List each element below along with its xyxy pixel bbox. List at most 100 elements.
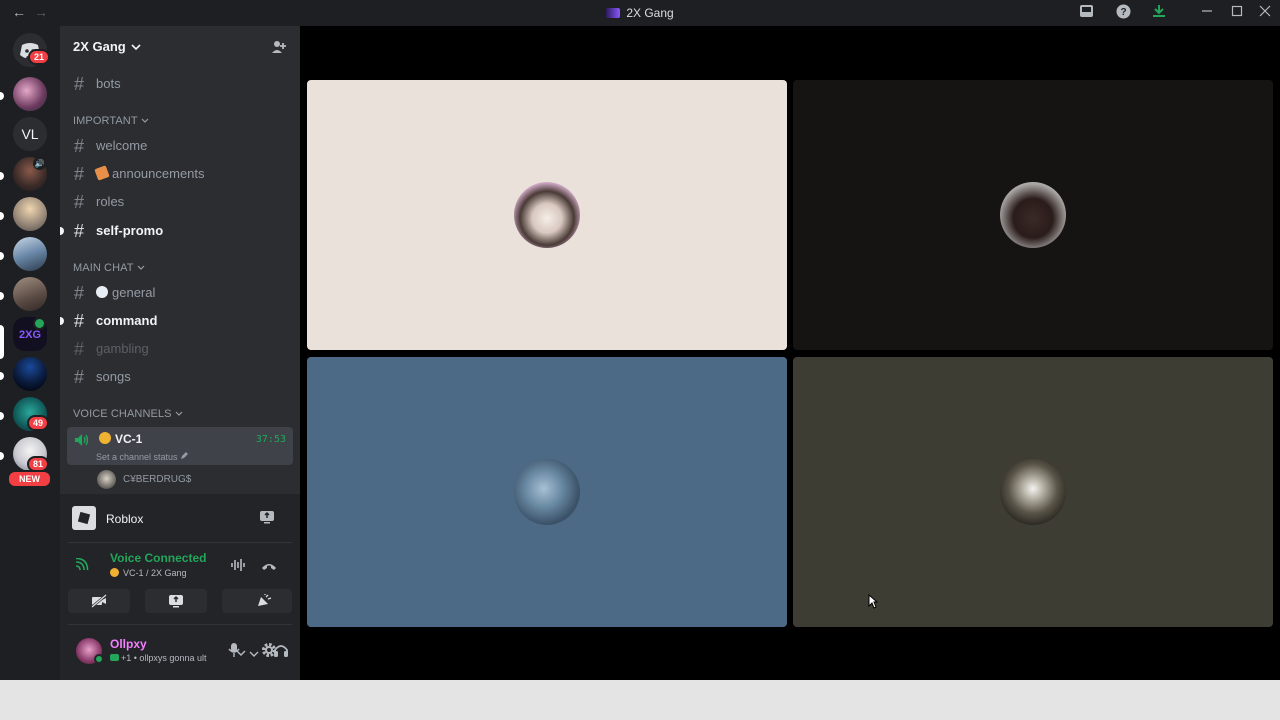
channel-gambling[interactable]: # gambling	[67, 337, 293, 361]
channel-label: welcome	[96, 138, 148, 153]
camera-off-icon	[91, 594, 107, 608]
selected-indicator	[0, 325, 4, 359]
voice-connected-label[interactable]: Voice Connected	[110, 551, 206, 565]
channel-command[interactable]: # command	[60, 309, 293, 333]
channel-bots[interactable]: # bots	[67, 72, 293, 96]
speaker-icon: 🔊	[33, 157, 46, 170]
voice-member[interactable]: C¥BERDRUG$	[97, 470, 287, 490]
stream-game-icon[interactable]	[259, 510, 275, 529]
participant-tile[interactable]	[307, 80, 787, 350]
channel-announcements[interactable]: # announcements	[67, 162, 293, 186]
server-header[interactable]: 2X Gang	[60, 26, 300, 68]
hash-icon: #	[74, 339, 85, 359]
chevron-down-icon	[137, 265, 144, 270]
voice-stage	[300, 26, 1280, 680]
unread-indicator	[60, 227, 64, 235]
soundboard-icon	[258, 594, 272, 606]
channel-welcome[interactable]: # welcome	[67, 134, 293, 158]
server-icon-text[interactable]: VL	[13, 117, 47, 151]
channel-label: roles	[96, 194, 125, 209]
server-unread-badge: 49	[27, 415, 50, 431]
server-icon[interactable]	[13, 237, 47, 271]
voice-location[interactable]: VC-1 / 2X Gang	[110, 568, 187, 578]
server-icon[interactable]	[13, 197, 47, 231]
hash-icon: #	[74, 192, 85, 212]
category-voice-channels[interactable]: VOICE CHANNELS	[73, 408, 183, 420]
mouse-cursor-icon	[868, 593, 879, 614]
unread-indicator	[0, 412, 4, 420]
maximize-icon[interactable]	[1228, 4, 1246, 22]
chevron-down-icon	[175, 411, 183, 416]
participant-tile[interactable]	[307, 357, 787, 627]
unread-indicator	[0, 92, 4, 100]
help-icon[interactable]: ?	[1114, 4, 1132, 22]
pencil-icon	[181, 452, 189, 459]
channel-general[interactable]: # general	[67, 281, 293, 305]
chevron-down-icon	[131, 44, 141, 51]
inbox-icon[interactable]	[1077, 4, 1095, 22]
unread-indicator	[0, 212, 4, 220]
channel-label: bots	[96, 76, 121, 91]
participant-tile[interactable]	[793, 80, 1273, 350]
activity-game-name: Roblox	[106, 512, 144, 526]
server-icon[interactable]	[13, 357, 47, 391]
soundboard-button[interactable]	[236, 589, 292, 613]
user-status: +1 • ollpxys gonna ult	[110, 653, 206, 663]
channel-label: gambling	[96, 341, 149, 356]
invite-people-icon[interactable]	[271, 39, 287, 60]
title-bar: ← → 2X Gang ?	[0, 0, 1280, 26]
unread-indicator	[0, 452, 4, 460]
channel-roles[interactable]: # roles	[67, 190, 293, 214]
divider	[68, 542, 292, 543]
screen-share-icon	[169, 595, 183, 608]
chevron-down-icon[interactable]	[236, 644, 246, 662]
new-servers-pill[interactable]: NEW	[7, 470, 52, 488]
hash-icon: #	[74, 74, 85, 94]
settings-gear-icon[interactable]	[260, 641, 278, 664]
roblox-icon	[72, 506, 96, 530]
server-icon[interactable]	[13, 77, 47, 111]
toggle-camera-button[interactable]	[68, 589, 130, 613]
loudspeaker-emoji-icon	[94, 165, 110, 181]
channel-status-hint[interactable]: Set a channel status	[96, 451, 189, 462]
unread-indicator	[0, 172, 4, 180]
disconnect-icon[interactable]	[260, 559, 278, 577]
online-status-icon	[94, 654, 104, 664]
unread-indicator	[0, 292, 4, 300]
speech-bubble-emoji-icon	[96, 286, 108, 298]
avatar	[1000, 459, 1066, 525]
avatar	[1000, 182, 1066, 248]
share-screen-button[interactable]	[145, 589, 207, 613]
speaker-icon	[74, 433, 90, 452]
hash-icon: #	[74, 367, 85, 387]
voice-member-name: C¥BERDRUG$	[123, 474, 192, 485]
svg-text:2XG: 2XG	[19, 329, 41, 341]
close-icon[interactable]	[1256, 4, 1274, 22]
participant-tile[interactable]	[793, 357, 1273, 627]
channel-label: songs	[96, 369, 131, 384]
category-main-chat[interactable]: MAIN CHAT	[73, 262, 145, 274]
channel-label: command	[96, 313, 158, 328]
avatar	[97, 470, 116, 489]
channel-label: self-promo	[96, 223, 164, 238]
minimize-icon[interactable]	[1198, 4, 1216, 22]
unread-indicator	[0, 372, 4, 380]
channel-self-promo[interactable]: # self-promo	[60, 219, 293, 243]
download-icon[interactable]	[1150, 4, 1168, 22]
username[interactable]: Ollpxy	[110, 637, 147, 651]
server-rail: 21 VL 🔊 2XG 49 81 NEW	[0, 26, 60, 680]
channel-songs[interactable]: # songs	[67, 365, 293, 389]
channel-sidebar: 2X Gang # bots IMPORTANT # welcome # ann…	[60, 26, 300, 680]
voice-channel-vc-1[interactable]: VC-1 37:53 Set a channel status	[67, 427, 293, 465]
chevron-down-icon[interactable]	[249, 645, 259, 663]
sunglasses-emoji-icon	[99, 432, 111, 444]
hash-icon: #	[74, 164, 85, 184]
server-name: 2X Gang	[73, 39, 141, 54]
server-icon[interactable]	[13, 277, 47, 311]
avatar	[514, 459, 580, 525]
hash-icon: #	[74, 311, 85, 331]
unread-indicator	[60, 317, 64, 325]
category-important[interactable]: IMPORTANT	[73, 115, 149, 127]
noise-suppression-icon[interactable]	[230, 558, 246, 577]
window-title-text: 2X Gang	[626, 6, 674, 20]
